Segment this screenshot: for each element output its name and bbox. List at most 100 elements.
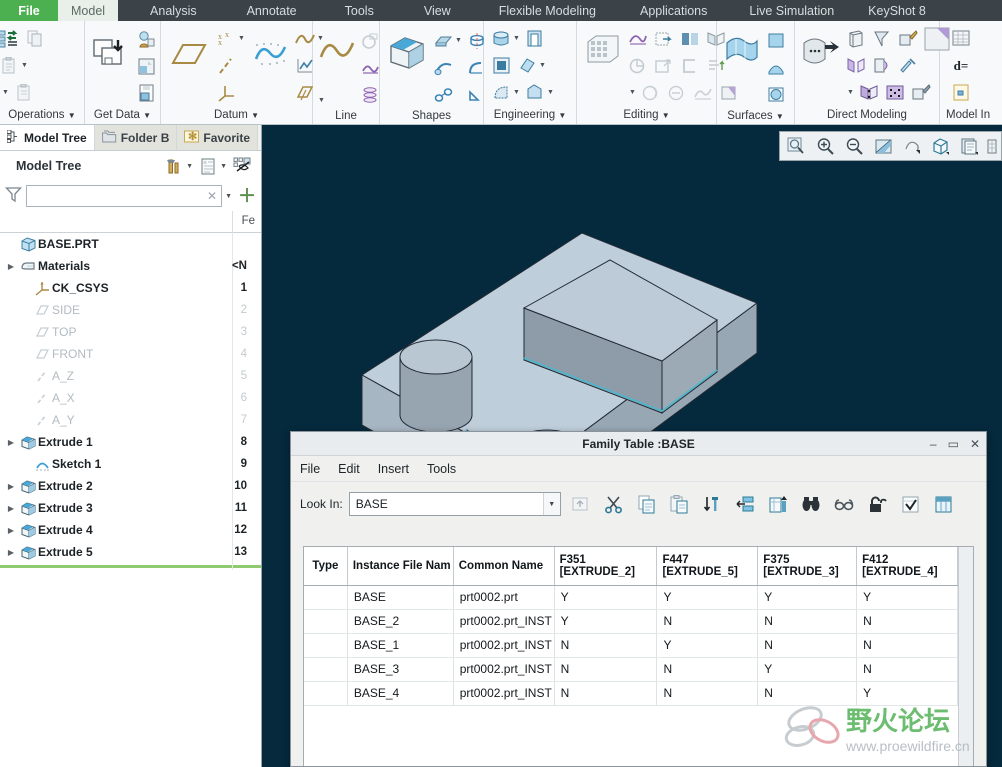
table-cell-instance[interactable]: BASE (347, 585, 454, 610)
tree-item-sketch-1[interactable]: Sketch 1 9 (0, 453, 261, 475)
saved-views-icon[interactable] (956, 133, 984, 159)
revolve-shape-icon[interactable] (430, 28, 456, 53)
ribbon-tab-model[interactable]: Model (58, 0, 119, 21)
table-row[interactable]: BASE_3 prt0002.prt_INST N N Y N (304, 657, 958, 682)
datum-point-icon[interactable]: x x x (213, 26, 239, 51)
expand-toggle-icon[interactable]: ▶ (4, 438, 18, 447)
chevron-down-icon[interactable]: ▼ (251, 111, 259, 120)
search-input[interactable] (31, 188, 207, 204)
zoom-fit-icon[interactable] (782, 133, 810, 159)
chevron-down-icon[interactable]: ▼ (225, 193, 232, 200)
thicken-icon[interactable] (677, 53, 703, 78)
clear-icon[interactable]: ✕ (207, 189, 217, 203)
copy-icon[interactable] (633, 491, 660, 517)
menu-tools[interactable]: Tools (427, 462, 456, 476)
recognize-shape-icon[interactable] (856, 80, 882, 105)
table-cell-f375[interactable]: Y (757, 585, 858, 610)
merge-data-icon[interactable] (133, 54, 159, 79)
table-cell-common[interactable]: prt0002.prt_INST (453, 633, 555, 658)
ribbon-tab-applications[interactable]: Applications (618, 0, 729, 21)
table-cell-instance[interactable]: BASE_1 (347, 633, 454, 658)
tree-columns-icon[interactable] (195, 154, 221, 179)
copy-icon[interactable] (22, 26, 48, 51)
minimize-button[interactable]: – (930, 437, 937, 451)
table-cell-f412[interactable]: Y (856, 585, 958, 610)
table-cell-f412[interactable]: N (856, 633, 958, 658)
grid-icon[interactable] (985, 133, 999, 159)
insert-instance-icon[interactable] (699, 491, 726, 517)
chevron-down-icon[interactable]: ▼ (143, 111, 151, 120)
round-eng-icon[interactable] (488, 80, 514, 105)
table-row[interactable]: BASE_2 prt0002.prt_INST Y N N N (304, 609, 958, 634)
extend-icon[interactable] (651, 26, 677, 51)
datum-csys-icon[interactable] (213, 80, 239, 105)
chevron-down-icon[interactable]: ▼ (220, 163, 227, 170)
maximize-button[interactable]: ▭ (948, 437, 959, 451)
chevron-down-icon[interactable]: ▼ (68, 111, 76, 120)
table-cell-type[interactable] (304, 585, 348, 610)
table-cell-common[interactable]: prt0002.prt_INST (453, 681, 555, 706)
program-icon[interactable] (948, 80, 974, 105)
transform-icon[interactable] (895, 53, 921, 78)
column-header[interactable]: F412 [EXTRUDE_4] (856, 547, 958, 586)
expand-toggle-icon[interactable]: ▶ (4, 526, 18, 535)
ribbon-tab-live-simulation[interactable]: Live Simulation (729, 0, 854, 21)
table-row[interactable]: BASE prt0002.prt Y Y Y Y (304, 585, 958, 610)
sweep-blend-icon[interactable] (430, 82, 456, 107)
table-cell-instance[interactable]: BASE_3 (347, 657, 454, 682)
chevron-down-icon[interactable]: ▼ (513, 35, 520, 42)
display-filter-icon[interactable] (229, 154, 255, 179)
table-cell-common[interactable]: prt0002.prt (453, 585, 555, 610)
chevron-down-icon[interactable]: ▼ (21, 62, 28, 69)
expand-toggle-icon[interactable]: ▶ (4, 504, 18, 513)
sketch-curve-icon[interactable] (250, 35, 292, 75)
column-header[interactable]: Type (304, 547, 348, 586)
tree-item-extrude-1[interactable]: ▶ Extrude 1 8 (0, 431, 261, 453)
tree-item-ck-csys[interactable]: CK_CSYS 1 (0, 277, 261, 299)
lock-icon[interactable] (864, 491, 891, 517)
column-header[interactable]: F375 [EXTRUDE_3] (757, 547, 858, 586)
chevron-down-icon[interactable]: ▼ (558, 111, 566, 120)
menu-insert[interactable]: Insert (378, 462, 409, 476)
table-cell-f351[interactable]: Y (554, 585, 658, 610)
chevron-down-icon[interactable]: ▼ (2, 89, 9, 96)
table-cell-f375[interactable]: N (757, 681, 858, 706)
table-cell-f351[interactable]: N (554, 633, 658, 658)
rib-icon[interactable] (514, 53, 540, 78)
detect-icon[interactable] (882, 80, 908, 105)
chevron-down-icon[interactable]: ▼ (662, 111, 670, 120)
table-cell-f447[interactable]: Y (656, 633, 759, 658)
chevron-down-icon[interactable]: ▼ (455, 37, 462, 44)
find-icon[interactable] (798, 491, 825, 517)
chevron-down-icon[interactable]: ▼ (539, 62, 546, 69)
preview-icon[interactable] (831, 491, 858, 517)
table-cell-f351[interactable]: N (554, 657, 658, 682)
offset-icon[interactable] (651, 53, 677, 78)
tree-item-extrude-3[interactable]: ▶ Extrude 3 11 (0, 497, 261, 519)
chevron-down-icon[interactable]: ▼ (238, 35, 245, 42)
pattern-icon[interactable] (581, 29, 625, 71)
column-header[interactable]: Common Name (453, 547, 555, 586)
flexible-move-icon[interactable] (799, 31, 843, 73)
table-cell-common[interactable]: prt0002.prt_INST (453, 657, 555, 682)
table-cell-type[interactable] (304, 609, 348, 634)
tree-item-top[interactable]: TOP 3 (0, 321, 261, 343)
table-cell-f447[interactable]: N (656, 609, 759, 634)
column-header[interactable]: Instance File Nam (347, 547, 454, 586)
remove-icon[interactable] (664, 80, 690, 105)
table-cell-type[interactable] (304, 681, 348, 706)
filter-icon[interactable] (5, 186, 22, 206)
import-icon[interactable] (89, 31, 133, 77)
paste-icon[interactable] (0, 53, 22, 78)
tab-folder-browser[interactable]: Folder B (94, 125, 178, 150)
chevron-down-icon[interactable]: ▼ (186, 163, 193, 170)
chevron-down-icon[interactable]: ▼ (513, 89, 520, 96)
table-cell-f412[interactable]: N (856, 657, 958, 682)
column-header[interactable]: F351 [EXTRUDE_2] (554, 547, 658, 586)
table-cell-common[interactable]: prt0002.prt_INST (453, 609, 555, 634)
chevron-down-icon[interactable]: ▼ (318, 97, 325, 104)
up-one-level-icon[interactable] (567, 491, 594, 517)
ribbon-tab-file[interactable]: File (0, 0, 58, 21)
cut-icon[interactable] (600, 491, 627, 517)
tab-favorites[interactable]: ✻ Favorite (177, 125, 259, 150)
